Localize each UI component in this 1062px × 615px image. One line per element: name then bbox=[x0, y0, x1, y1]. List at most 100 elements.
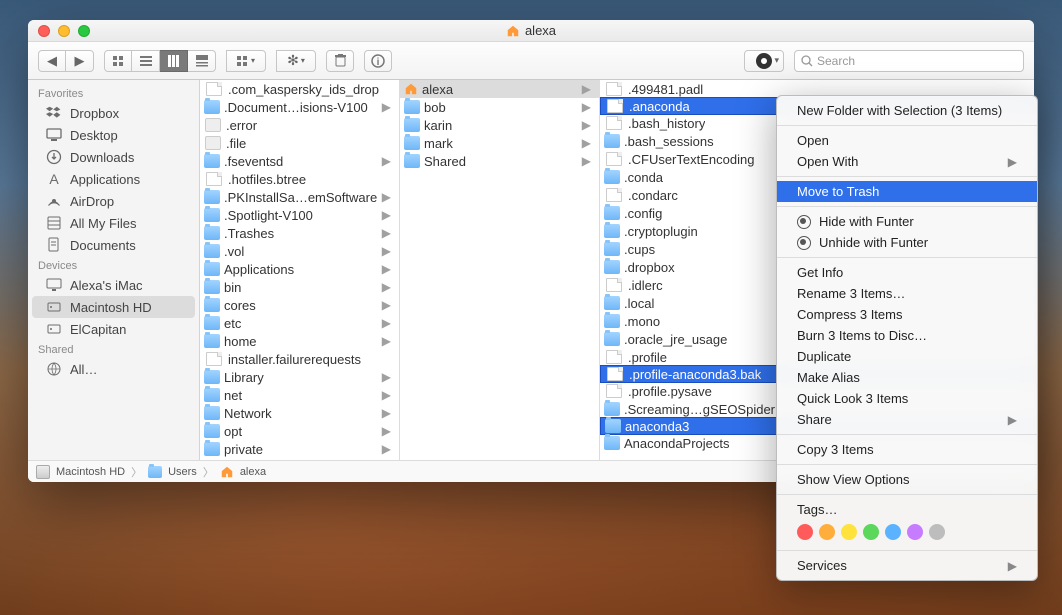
menu-item[interactable]: Duplicate bbox=[777, 346, 1037, 367]
chevron-right-icon: ▶ bbox=[582, 100, 595, 114]
menu-item[interactable]: Quick Look 3 Items bbox=[777, 388, 1037, 409]
file-row[interactable]: Network▶ bbox=[200, 404, 399, 422]
file-label: .mono bbox=[624, 314, 660, 329]
chevron-right-icon: ▶ bbox=[1008, 559, 1017, 573]
search-field[interactable]: Search bbox=[794, 50, 1024, 72]
path-label[interactable]: Macintosh HD bbox=[56, 466, 125, 478]
tag-color[interactable] bbox=[841, 524, 857, 540]
file-row[interactable]: .PKInstallSa…emSoftware▶ bbox=[200, 188, 399, 206]
column[interactable]: alexa▶bob▶karin▶mark▶Shared▶ bbox=[400, 80, 600, 460]
sidebar-item[interactable]: ElCapitan bbox=[28, 318, 199, 340]
sidebar-item[interactable]: Alexa's iMac bbox=[28, 274, 199, 296]
menu-item[interactable]: Copy 3 Items bbox=[777, 439, 1037, 460]
tag-color[interactable] bbox=[929, 524, 945, 540]
file-row[interactable]: .Spotlight-V100▶ bbox=[200, 206, 399, 224]
icon-view-button[interactable] bbox=[104, 50, 132, 72]
titlebar[interactable]: alexa bbox=[28, 20, 1034, 42]
list-view-button[interactable] bbox=[132, 50, 160, 72]
chevron-right-icon: ▶ bbox=[382, 190, 395, 204]
file-row[interactable]: .Trashes▶ bbox=[200, 224, 399, 242]
file-row[interactable]: .file bbox=[200, 134, 399, 152]
file-row[interactable]: bin▶ bbox=[200, 278, 399, 296]
file-row[interactable]: alexa▶ bbox=[400, 80, 599, 98]
file-row[interactable]: bob▶ bbox=[400, 98, 599, 116]
file-row[interactable]: karin▶ bbox=[400, 116, 599, 134]
column[interactable]: .com_kaspersky_ids_drop.Document…isions-… bbox=[200, 80, 400, 460]
arrange-button[interactable]: ▾ bbox=[226, 50, 266, 72]
zoom-button[interactable] bbox=[78, 25, 90, 37]
menu-item[interactable]: Compress 3 Items bbox=[777, 304, 1037, 325]
file-row[interactable]: .com_kaspersky_ids_drop bbox=[200, 80, 399, 98]
column-view-button[interactable] bbox=[160, 50, 188, 72]
menu-item[interactable]: Hide with Funter bbox=[777, 211, 1037, 232]
chevron-right-icon: ▶ bbox=[382, 100, 395, 114]
file-row[interactable]: .vol▶ bbox=[200, 242, 399, 260]
sidebar-item[interactable]: Desktop bbox=[28, 124, 199, 146]
menu-item[interactable]: Make Alias bbox=[777, 367, 1037, 388]
file-row[interactable]: .error bbox=[200, 116, 399, 134]
menu-item-label: Open With bbox=[797, 154, 858, 169]
sidebar-item[interactable]: AirDrop bbox=[28, 190, 199, 212]
funter-button[interactable]: ▾ bbox=[744, 50, 784, 72]
file-row[interactable]: cores▶ bbox=[200, 296, 399, 314]
chevron-right-icon: ▶ bbox=[582, 154, 595, 168]
menu-item-services[interactable]: Services▶ bbox=[777, 555, 1037, 576]
sidebar-item[interactable]: Downloads bbox=[28, 146, 199, 168]
menu-item[interactable]: Tags… bbox=[777, 499, 1037, 520]
tag-color[interactable] bbox=[885, 524, 901, 540]
path-label[interactable]: alexa bbox=[240, 466, 266, 478]
file-row[interactable]: net▶ bbox=[200, 386, 399, 404]
menu-item[interactable]: New Folder with Selection (3 Items) bbox=[777, 100, 1037, 121]
chevron-right-icon: ▶ bbox=[382, 442, 395, 456]
coverflow-view-button[interactable] bbox=[188, 50, 216, 72]
menu-item-label: Share bbox=[797, 412, 832, 427]
menu-item[interactable]: Open bbox=[777, 130, 1037, 151]
file-row[interactable]: opt▶ bbox=[200, 422, 399, 440]
menu-item[interactable]: Get Info bbox=[777, 262, 1037, 283]
imac-icon bbox=[46, 277, 62, 293]
info-button[interactable]: i bbox=[364, 50, 392, 72]
minimize-button[interactable] bbox=[58, 25, 70, 37]
file-row[interactable]: Applications▶ bbox=[200, 260, 399, 278]
menu-separator bbox=[777, 206, 1037, 207]
menu-item[interactable]: Rename 3 Items… bbox=[777, 283, 1037, 304]
file-row[interactable]: .fseventsd▶ bbox=[200, 152, 399, 170]
sidebar-item[interactable]: Dropbox bbox=[28, 102, 199, 124]
close-button[interactable] bbox=[38, 25, 50, 37]
file-row[interactable]: home ▶ bbox=[200, 332, 399, 350]
file-row[interactable]: .Document…isions-V100▶ bbox=[200, 98, 399, 116]
chevron-right-icon: ▶ bbox=[382, 280, 395, 294]
path-label[interactable]: Users bbox=[168, 466, 197, 478]
menu-item[interactable]: Share▶ bbox=[777, 409, 1037, 430]
sidebar-item[interactable]: All… bbox=[28, 358, 199, 380]
back-button[interactable]: ◀ bbox=[38, 50, 66, 72]
menu-item[interactable]: Burn 3 Items to Disc… bbox=[777, 325, 1037, 346]
menu-item[interactable]: Unhide with Funter bbox=[777, 232, 1037, 253]
file-row[interactable]: Library▶ bbox=[200, 368, 399, 386]
sidebar-item-label: All My Files bbox=[70, 216, 136, 231]
file-row[interactable]: installer.failurerequests bbox=[200, 350, 399, 368]
airdrop-icon bbox=[46, 193, 62, 209]
file-row[interactable]: .hotfiles.btree bbox=[200, 170, 399, 188]
file-row[interactable]: private▶ bbox=[200, 440, 399, 458]
menu-item[interactable]: Open With▶ bbox=[777, 151, 1037, 172]
sidebar-item[interactable]: Macintosh HD bbox=[32, 296, 195, 318]
trash-toolbar-button[interactable] bbox=[326, 50, 354, 72]
file-row[interactable]: etc▶ bbox=[200, 314, 399, 332]
tag-color[interactable] bbox=[907, 524, 923, 540]
sidebar-item[interactable]: Documents bbox=[28, 234, 199, 256]
menu-item[interactable]: Show View Options bbox=[777, 469, 1037, 490]
file-label: home bbox=[224, 334, 257, 349]
tag-color[interactable] bbox=[797, 524, 813, 540]
file-row[interactable]: Shared▶ bbox=[400, 152, 599, 170]
chevron-right-icon: ▶ bbox=[382, 334, 395, 348]
sidebar-item[interactable]: AApplications bbox=[28, 168, 199, 190]
tag-color[interactable] bbox=[819, 524, 835, 540]
menu-item[interactable]: Move to Trash bbox=[777, 181, 1037, 202]
action-button[interactable]: ✻▾ bbox=[276, 50, 316, 72]
sidebar-item[interactable]: All My Files bbox=[28, 212, 199, 234]
tag-color[interactable] bbox=[863, 524, 879, 540]
forward-button[interactable]: ▶ bbox=[66, 50, 94, 72]
file-row[interactable]: mark▶ bbox=[400, 134, 599, 152]
file-label: .hotfiles.btree bbox=[228, 172, 306, 187]
